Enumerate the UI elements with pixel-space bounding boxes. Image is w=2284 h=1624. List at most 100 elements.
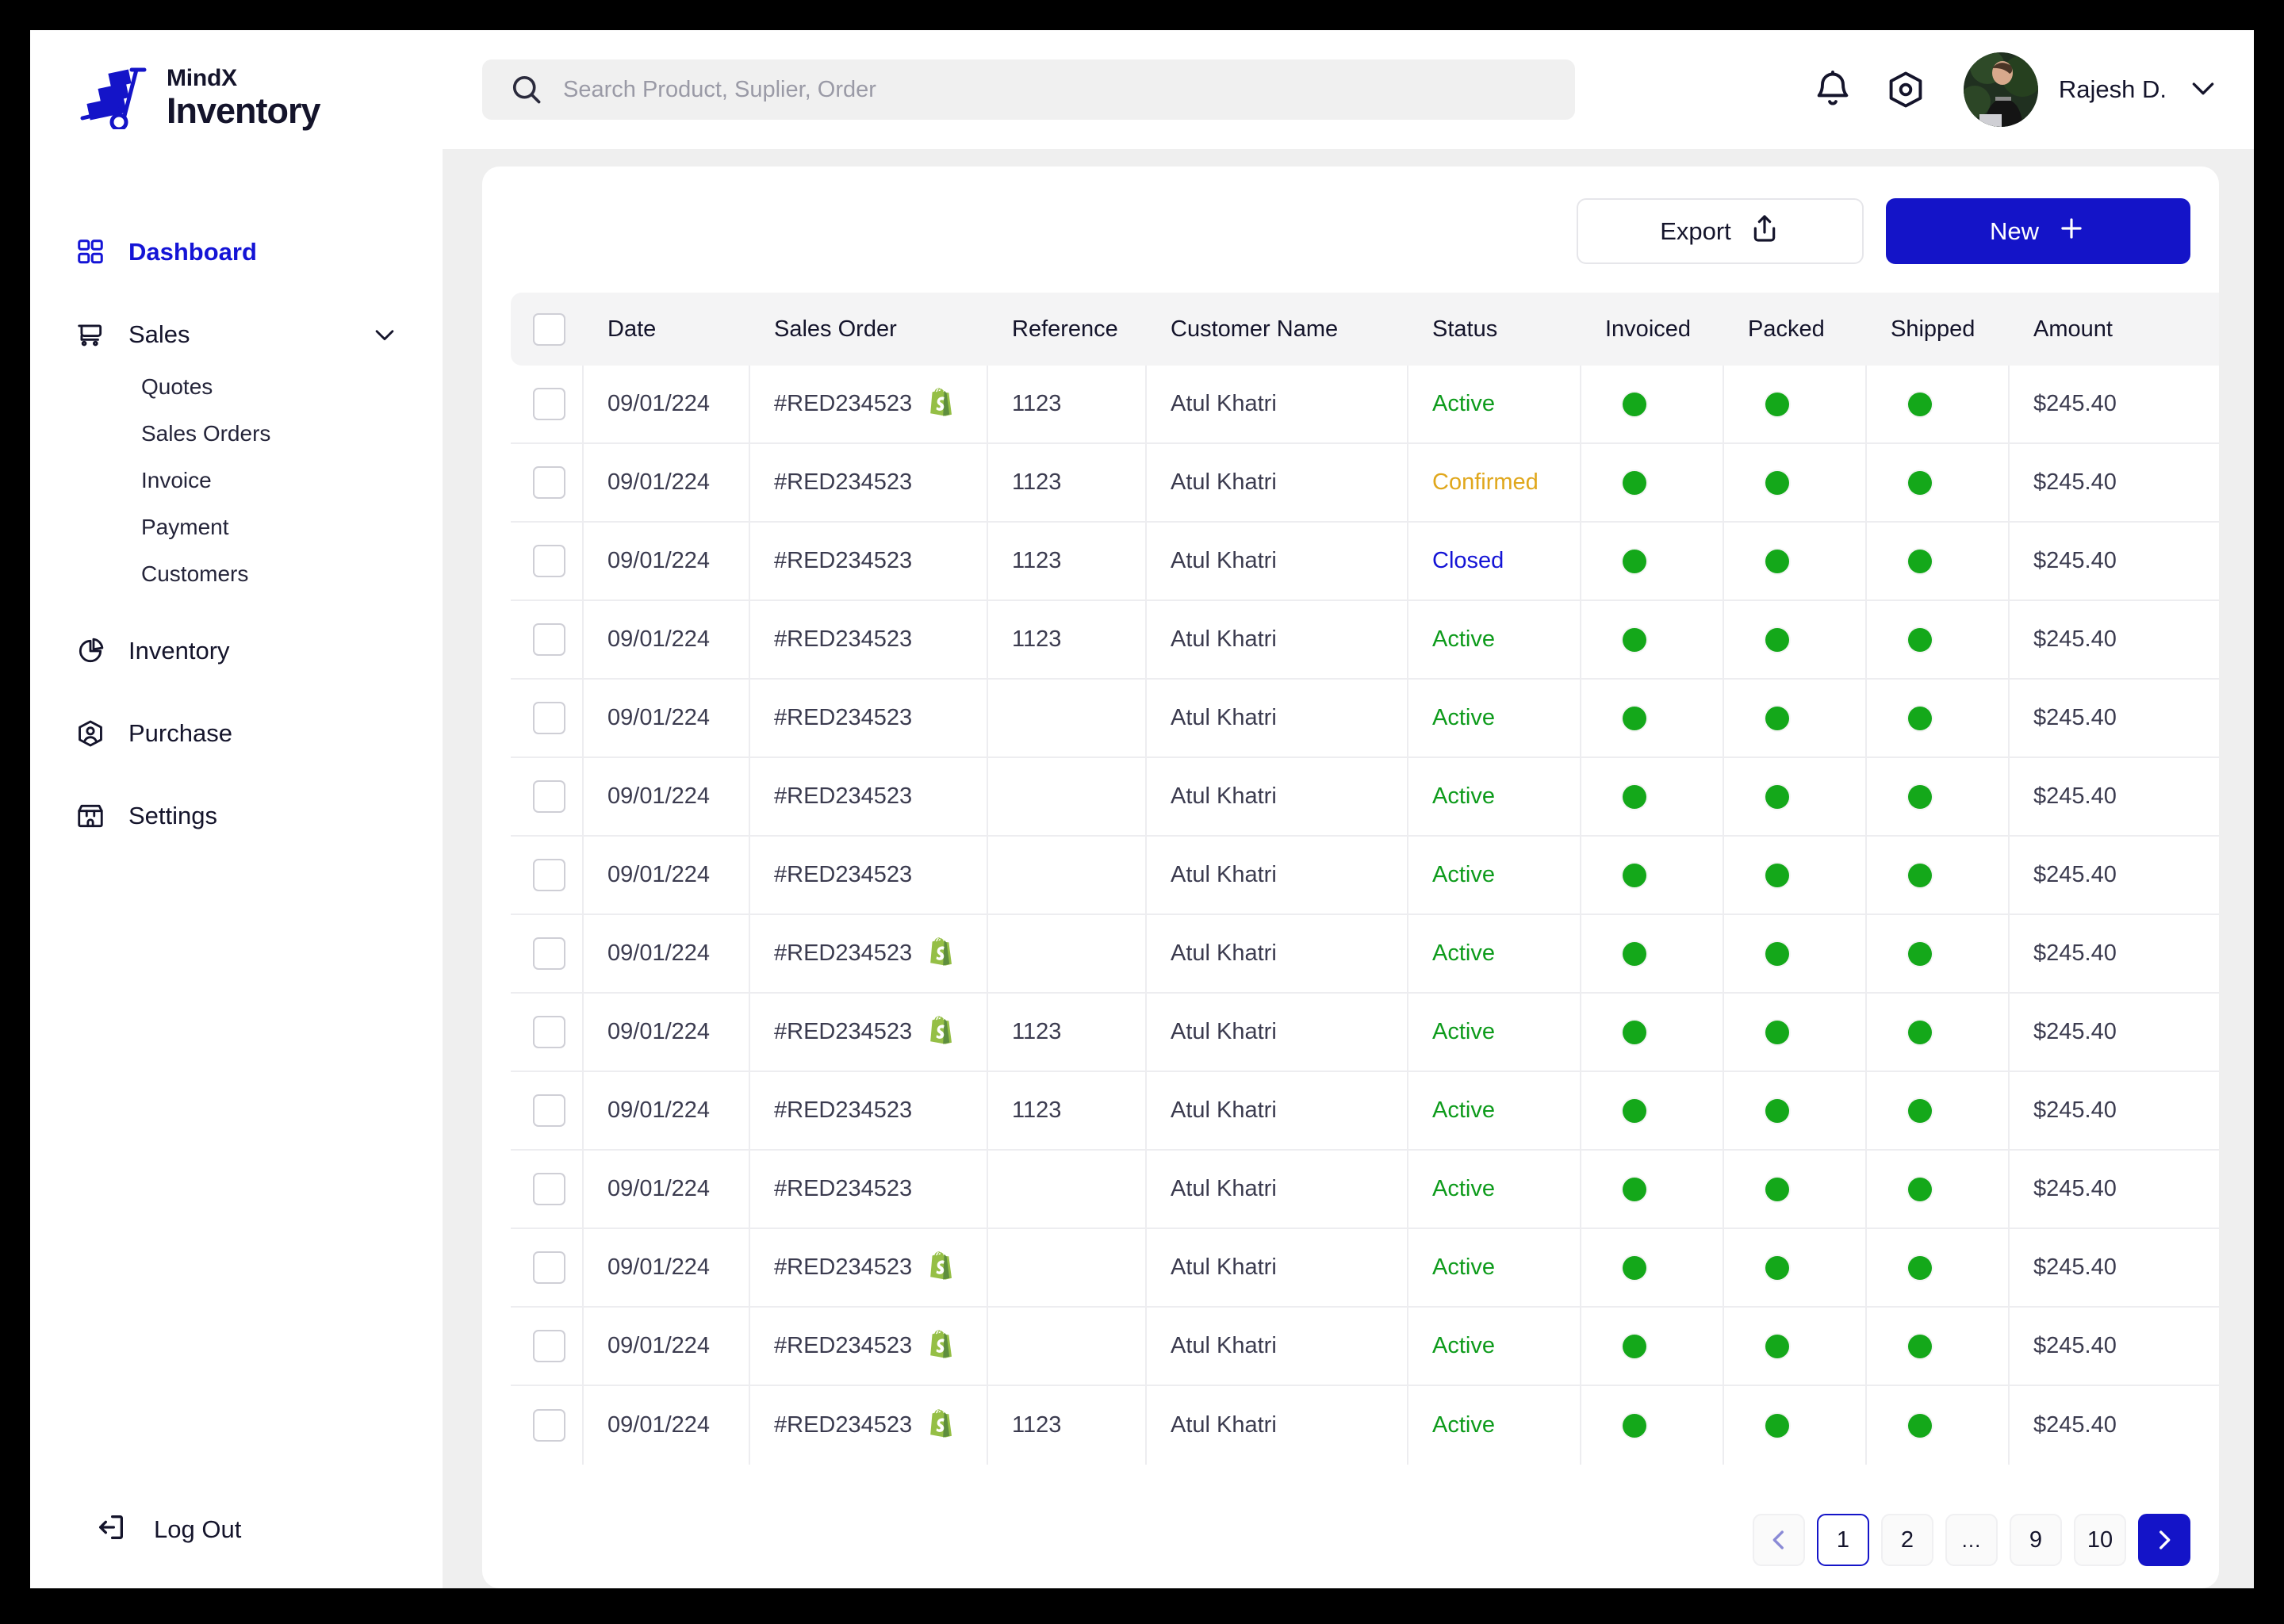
row-checkbox[interactable]	[533, 1330, 565, 1362]
chevron-down-icon[interactable]	[2187, 72, 2219, 108]
sales-order-text: #RED234523	[774, 391, 913, 416]
row-checkbox[interactable]	[533, 702, 565, 734]
sidebar-subitem-payment[interactable]: Payment	[30, 504, 443, 550]
grid-icon	[75, 236, 106, 268]
brand-logo[interactable]: MindX Inventory	[30, 30, 443, 135]
cell-date: 09/01/224	[584, 523, 750, 601]
table-row[interactable]: 09/01/224 #RED234523 Atul Khatri Active $245…	[511, 837, 2219, 915]
row-checkbox[interactable]	[533, 388, 565, 420]
row-checkbox[interactable]	[533, 1094, 565, 1127]
row-checkbox[interactable]	[533, 859, 565, 891]
column-header-shipped[interactable]: Shipped	[1867, 293, 2010, 366]
user-menu[interactable]: Rajesh D.	[1963, 52, 2219, 127]
sidebar-item-label: Purchase	[128, 719, 232, 747]
pagination-page-10[interactable]: 10	[2074, 1514, 2126, 1566]
table-row[interactable]: 09/01/224 #RED234523 Atul Khatri Active $245…	[511, 1308, 2219, 1386]
cell-customer-name: Atul Khatri	[1147, 680, 1408, 758]
pagination-page-1[interactable]: 1	[1817, 1514, 1869, 1566]
cell-packed	[1724, 837, 1867, 915]
column-header-amount[interactable]: Amount	[2010, 293, 2219, 366]
gear-hex-icon[interactable]	[1884, 68, 1927, 111]
table-row[interactable]: 09/01/224 #RED234523 1123 Atul Khatri Active…	[511, 1072, 2219, 1151]
status-dot	[1765, 1334, 1789, 1358]
row-checkbox[interactable]	[533, 1016, 565, 1048]
pagination-prev[interactable]	[1753, 1514, 1805, 1566]
column-header-date[interactable]: Date	[584, 293, 750, 366]
cell-packed	[1724, 366, 1867, 444]
table-row[interactable]: 09/01/224 #RED234523 1123 Atul Khatri Confir…	[511, 444, 2219, 523]
row-checkbox[interactable]	[533, 937, 565, 970]
sidebar-item-settings[interactable]: Settings	[30, 787, 443, 845]
row-checkbox[interactable]	[533, 1251, 565, 1284]
table-row[interactable]: 09/01/224 #RED234523 1123 Atul Khatri Active…	[511, 994, 2219, 1072]
row-checkbox[interactable]	[533, 780, 565, 813]
pagination-page-2[interactable]: 2	[1881, 1514, 1933, 1566]
sidebar-item-inventory[interactable]: Inventory	[30, 622, 443, 680]
row-checkbox[interactable]	[533, 1409, 565, 1442]
column-header-packed[interactable]: Packed	[1724, 293, 1867, 366]
export-button[interactable]: Export	[1577, 198, 1864, 264]
status-dot	[1765, 1020, 1789, 1044]
user-hex-icon	[75, 718, 106, 749]
row-checkbox[interactable]	[533, 545, 565, 577]
table-row[interactable]: 09/01/224 #RED234523 1123 Atul Khatri Closed…	[511, 523, 2219, 601]
cell-packed	[1724, 1308, 1867, 1386]
select-all-checkbox[interactable]	[533, 312, 565, 346]
row-checkbox[interactable]	[533, 623, 565, 656]
brand-line2: Inventory	[167, 90, 321, 131]
logout-label: Log Out	[154, 1515, 242, 1543]
status-dot	[1765, 627, 1789, 652]
sidebar-subitem-customers[interactable]: Customers	[30, 550, 443, 597]
column-header-reference[interactable]: Reference	[988, 293, 1147, 366]
status-dot	[1623, 941, 1646, 966]
row-select-cell	[511, 1151, 584, 1229]
new-label: New	[1989, 216, 2039, 245]
row-checkbox[interactable]	[533, 1173, 565, 1205]
cell-sales-order: #RED234523	[750, 1072, 988, 1151]
cell-date: 09/01/224	[584, 994, 750, 1072]
cell-sales-order: #RED234523	[750, 837, 988, 915]
column-header-customer-name[interactable]: Customer Name	[1147, 293, 1408, 366]
logout-icon	[95, 1511, 127, 1547]
cell-invoiced	[1581, 444, 1724, 523]
bell-icon[interactable]	[1811, 68, 1854, 111]
cell-packed	[1724, 601, 1867, 680]
column-header-status[interactable]: Status	[1408, 293, 1581, 366]
status-dot	[1908, 863, 1932, 887]
table-row[interactable]: 09/01/224 #RED234523 Atul Khatri Active $245…	[511, 1151, 2219, 1229]
table-row[interactable]: 09/01/224 #RED234523 Atul Khatri Active $245…	[511, 758, 2219, 837]
table-row[interactable]: 09/01/224 #RED234523 1123 Atul Khatri Active…	[511, 366, 2219, 444]
sidebar-item-purchase[interactable]: Purchase	[30, 705, 443, 762]
new-button[interactable]: New	[1886, 198, 2190, 264]
cell-sales-order: #RED234523	[750, 758, 988, 837]
table-row[interactable]: 09/01/224 #RED234523 Atul Khatri Active $245…	[511, 1229, 2219, 1308]
status-dot	[1765, 706, 1789, 730]
search-input[interactable]	[563, 76, 1548, 103]
cell-invoiced	[1581, 915, 1724, 994]
sidebar-subitem-invoice[interactable]: Invoice	[30, 457, 443, 504]
sidebar-item-dashboard[interactable]: Dashboard	[30, 224, 443, 281]
cell-sales-order: #RED234523	[750, 915, 988, 994]
row-select-cell	[511, 444, 584, 523]
column-header-sales-order[interactable]: Sales Order	[750, 293, 988, 366]
table-row[interactable]: 09/01/224 #RED234523 Atul Khatri Active $245…	[511, 915, 2219, 994]
sidebar-subitem-sales-orders[interactable]: Sales Orders	[30, 410, 443, 457]
brand-line1: MindX	[167, 65, 237, 91]
sidebar-item-sales[interactable]: Sales	[30, 306, 443, 363]
cell-reference: 1123	[988, 994, 1147, 1072]
pagination-page-9[interactable]: 9	[2010, 1514, 2062, 1566]
chevron-down-icon[interactable]	[371, 321, 398, 348]
table-row[interactable]: 09/01/224 #RED234523 1123 Atul Khatri Active…	[511, 1386, 2219, 1465]
row-checkbox[interactable]	[533, 466, 565, 499]
pagination-next[interactable]	[2138, 1514, 2190, 1566]
app-window: MindX Inventory Dashboard Sales Quotes S…	[30, 30, 2254, 1588]
search-bar[interactable]	[482, 59, 1575, 120]
sales-order-text: #RED234523	[774, 469, 913, 495]
column-header-invoiced[interactable]: Invoiced	[1581, 293, 1724, 366]
table-row[interactable]: 09/01/224 #RED234523 Atul Khatri Active $245…	[511, 680, 2219, 758]
sidebar-subitem-quotes[interactable]: Quotes	[30, 363, 443, 410]
table-row[interactable]: 09/01/224 #RED234523 1123 Atul Khatri Active…	[511, 601, 2219, 680]
logout-button[interactable]: Log Out	[30, 1511, 241, 1547]
cell-date: 09/01/224	[584, 366, 750, 444]
